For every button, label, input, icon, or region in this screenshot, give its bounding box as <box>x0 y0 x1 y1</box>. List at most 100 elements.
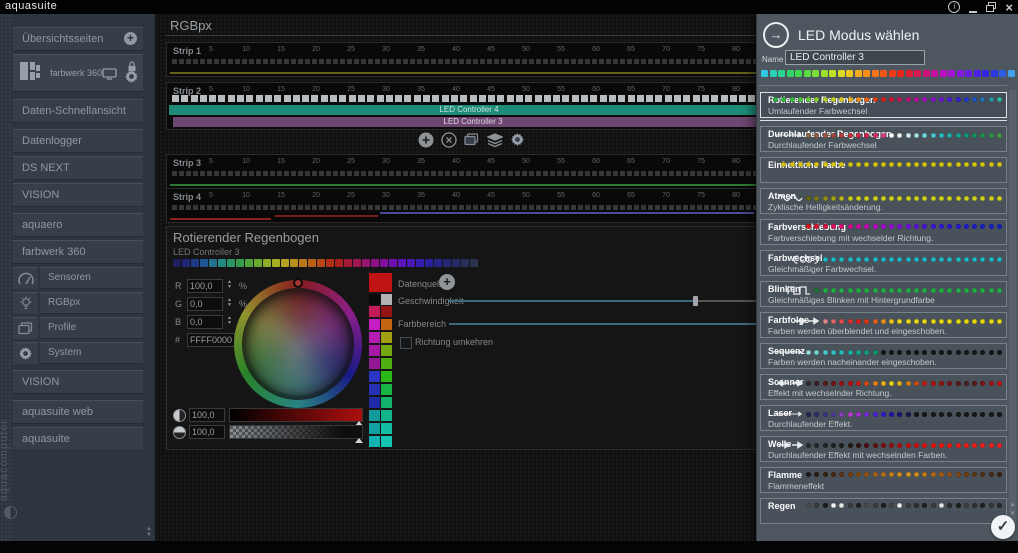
controller-bar[interactable]: LED Controller 3 <box>173 117 773 127</box>
brightness-bar[interactable] <box>229 408 363 422</box>
minimize-icon[interactable] <box>969 1 977 13</box>
mode-preview <box>793 255 1002 264</box>
add-overview-icon[interactable] <box>124 32 137 45</box>
brightness-input[interactable] <box>189 408 225 422</box>
mode-item[interactable]: Einheitliche Farbe <box>760 157 1007 183</box>
sidebar-item-profile[interactable]: Profile <box>13 317 143 339</box>
palette-color[interactable] <box>381 358 392 369</box>
palette-color[interactable] <box>381 306 392 317</box>
copy-button[interactable] <box>463 131 480 148</box>
sidebar-item-vision-2[interactable]: VISION <box>13 370 143 394</box>
sidebar-item-datenlogger[interactable]: Datenlogger <box>13 129 143 153</box>
mode-preview-dot <box>989 162 994 167</box>
green-stepper[interactable] <box>227 298 232 308</box>
sidebar-item-sensoren[interactable]: Sensoren <box>13 267 143 289</box>
mode-item[interactable]: LaserDurchlaufender Effekt. <box>760 405 1007 431</box>
palette-color[interactable] <box>381 410 392 421</box>
settings-button[interactable] <box>509 131 526 148</box>
sidebar-item-aquasuite-web[interactable]: aquasuite web <box>13 400 143 424</box>
mode-item[interactable]: WelleDurchlaufender Effekt mit wechselnd… <box>760 436 1007 462</box>
opacity-marker[interactable] <box>355 438 363 443</box>
mode-item[interactable]: Regen <box>760 498 1007 524</box>
speed-slider-thumb[interactable] <box>693 296 698 306</box>
sidebar-item-system[interactable]: System <box>13 342 143 364</box>
info-icon[interactable] <box>948 1 960 13</box>
richtung-checkbox[interactable] <box>400 337 412 349</box>
mode-item[interactable]: FarbfolgeFarben werden überblendet und e… <box>760 312 1007 338</box>
gear-icon[interactable] <box>125 70 138 88</box>
hue-marker[interactable] <box>293 278 303 288</box>
blue-input[interactable] <box>187 315 223 329</box>
mode-preview-dot <box>814 350 819 355</box>
palette-color[interactable] <box>369 410 380 421</box>
mode-item[interactable]: ScannerEffekt mit wechselnder Richtung. <box>760 374 1007 400</box>
add-data-source-icon[interactable] <box>439 274 455 290</box>
mode-item[interactable]: FlammeFlammeneffekt <box>760 467 1007 493</box>
palette-color[interactable] <box>369 294 380 305</box>
controller-name-input[interactable] <box>785 50 925 65</box>
palette-color[interactable] <box>369 306 380 317</box>
palette-color[interactable] <box>369 358 380 369</box>
color-wheel[interactable] <box>234 280 362 408</box>
palette-color[interactable] <box>369 345 380 356</box>
palette-color[interactable] <box>369 319 380 330</box>
palette-color[interactable] <box>369 397 380 408</box>
mode-preview-dot <box>906 443 911 448</box>
opacity-bar[interactable] <box>229 425 363 439</box>
sidebar-item-aquasuite[interactable]: aquasuite <box>13 427 143 451</box>
sidebar-item-rgbpx[interactable]: RGBpx <box>13 292 143 314</box>
palette-color[interactable] <box>381 423 392 434</box>
close-icon[interactable] <box>1005 2 1013 13</box>
sidebar-item-farbwerk-360[interactable]: farbwerk 360 <box>13 240 143 264</box>
opacity-input[interactable] <box>189 425 225 439</box>
panel-arrow-icon[interactable] <box>763 22 789 48</box>
mode-item[interactable]: Rotierender RegenbogenUmlaufender Farbwe… <box>760 92 1007 118</box>
palette-color[interactable] <box>369 423 380 434</box>
palette-color[interactable] <box>369 436 380 447</box>
sidebar-item-ds-next[interactable]: DS NEXT <box>13 156 143 180</box>
remove-button[interactable] <box>440 131 457 148</box>
red-input[interactable] <box>187 279 223 293</box>
mode-item[interactable]: BlinkenGleichmäßiges Blinken mit Hinterg… <box>760 281 1007 307</box>
restore-icon[interactable] <box>986 2 996 12</box>
sidebar-scroll-arrows[interactable] <box>146 526 152 538</box>
sidebar-overview-page[interactable]: farbwerk 360 <box>13 54 143 92</box>
blue-stepper[interactable] <box>227 316 232 326</box>
palette-color[interactable] <box>381 436 392 447</box>
palette-color[interactable] <box>369 384 380 395</box>
add-button[interactable] <box>417 131 434 148</box>
palette-color[interactable] <box>369 371 380 382</box>
palette-color[interactable] <box>381 345 392 356</box>
mode-list-scrollbar[interactable] <box>1009 90 1016 525</box>
layers-button[interactable] <box>486 131 503 148</box>
mode-preview-dot <box>873 412 878 417</box>
mode-preview-dot <box>873 472 878 477</box>
palette-color[interactable] <box>381 332 392 343</box>
palette-color[interactable] <box>381 319 392 330</box>
red-stepper[interactable] <box>227 280 232 290</box>
sidebar-item-daten-schnellansicht[interactable]: Daten-Schnellansicht <box>13 99 143 123</box>
mode-preview-dot <box>931 350 936 355</box>
mode-item[interactable]: Durchlaufender RegenbogenDurchlaufender … <box>760 126 1007 152</box>
palette-color[interactable] <box>381 371 392 382</box>
palette-color[interactable] <box>381 294 392 305</box>
mode-preview-dot <box>848 288 853 293</box>
mode-item[interactable]: FarbverschiebungFarbverschiebung mit wec… <box>760 219 1007 245</box>
green-input[interactable] <box>187 297 223 311</box>
sidebar-item-aquaero[interactable]: aquaero <box>13 213 143 237</box>
confirm-button[interactable] <box>991 515 1015 539</box>
mode-item[interactable]: SequenzFarben werden nacheinander einges… <box>760 343 1007 369</box>
sidebar-item-uebersichtsseiten[interactable]: Übersichtsseiten <box>13 27 143 51</box>
palette-color[interactable] <box>369 273 392 292</box>
mode-item[interactable]: FarbwechselGleichmäßiger Farbwechsel. <box>760 250 1007 276</box>
palette-color[interactable] <box>381 397 392 408</box>
palette-color[interactable] <box>369 332 380 343</box>
led-color-chip <box>804 70 811 77</box>
hex-input[interactable] <box>187 333 235 347</box>
sidebar-item-vision-1[interactable]: VISION <box>13 183 143 207</box>
mode-item[interactable]: AtmenZyklische Helligkeitsänderung. <box>760 188 1007 214</box>
monitor-icon[interactable] <box>102 67 117 85</box>
controller-bar[interactable]: LED Controller 4 <box>169 105 769 115</box>
red-label: R <box>175 281 182 291</box>
palette-color[interactable] <box>381 384 392 395</box>
